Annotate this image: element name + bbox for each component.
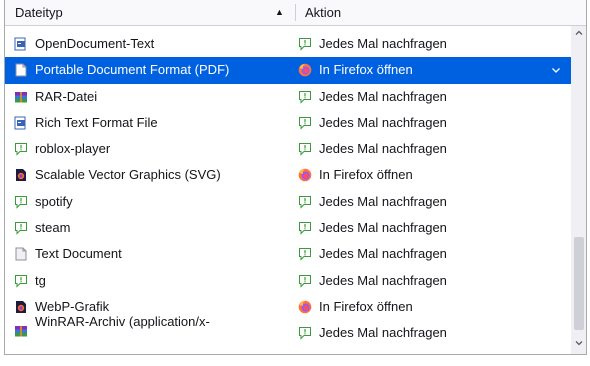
document-icon (14, 116, 28, 130)
action-label: Jedes Mal nachfragen (319, 246, 447, 262)
ask-icon (298, 37, 312, 51)
ask-icon (14, 142, 28, 156)
action-label: In Firefox öffnen (319, 298, 413, 314)
document-icon (14, 37, 28, 51)
action-label[interactable]: In Firefox öffnen (319, 57, 413, 83)
firefox-icon (298, 168, 312, 182)
sort-ascending-icon[interactable]: ▲ (275, 0, 284, 25)
scrollbar-thumb[interactable] (574, 237, 584, 330)
action-label: Jedes Mal nachfragen (319, 114, 447, 130)
column-header-type[interactable]: Dateityp (15, 0, 63, 25)
table-row[interactable]: WinRAR-Archiv (application/x- Jedes Mal n… (5, 314, 571, 346)
firefox-icon (298, 300, 312, 314)
file-type-label: steam (35, 220, 71, 236)
action-label: In Firefox öffnen (319, 167, 413, 183)
table-row[interactable]: Scalable Vector Graphics (SVG) In Firefox… (5, 162, 571, 188)
file-type-label: roblox-player (35, 141, 111, 157)
ask-icon (14, 274, 28, 288)
table-row[interactable]: Portable Document Format (PDF) In Firefox… (5, 57, 571, 84)
file-type-label: WinRAR-Archiv (application/x- (35, 314, 210, 330)
table-row[interactable]: Rich Text Format File Jedes Mal nachfrage… (5, 110, 571, 136)
action-label: Jedes Mal nachfragen (319, 141, 447, 157)
action-label: Jedes Mal nachfragen (319, 325, 447, 341)
file-type-label: tg (35, 272, 46, 288)
file-type-label: Text Document (35, 246, 122, 262)
ask-icon (298, 326, 312, 340)
table-row[interactable]: steam Jedes Mal nachfragen (5, 215, 571, 241)
ask-icon (298, 116, 312, 130)
file-type-label: Portable Document Format (PDF) (35, 62, 230, 78)
table-row[interactable]: OpenDocument-Text Jedes Mal nachfragen (5, 31, 571, 57)
ask-icon (298, 142, 312, 156)
file-type-label: spotify (35, 193, 73, 209)
scroll-up-icon[interactable] (574, 28, 584, 38)
text-file-icon (14, 247, 28, 261)
file-type-label: RAR-Datei (35, 88, 98, 104)
archive-icon (14, 324, 28, 338)
ask-icon (298, 247, 312, 262)
table-row[interactable]: Text Document Jedes Mal nachfragen (5, 241, 571, 267)
ask-icon (298, 221, 312, 235)
action-label: Jedes Mal nachfragen (319, 36, 447, 51)
pdf-file-icon (14, 63, 28, 77)
scroll-down-icon[interactable] (574, 338, 584, 348)
table-row[interactable]: tg Jedes Mal nachfragen (5, 268, 571, 294)
action-label: Jedes Mal nachfragen (319, 88, 447, 104)
table-header: Dateityp ▲ Aktion (5, 0, 586, 26)
table-row[interactable]: roblox-player Jedes Mal nachfragen (5, 136, 571, 162)
action-label: Jedes Mal nachfragen (319, 193, 447, 209)
table-row[interactable]: spotify Jedes Mal nachfragen (5, 189, 571, 215)
action-label: Jedes Mal nachfragen (319, 220, 447, 236)
chevron-down-icon[interactable] (550, 64, 562, 76)
column-header-action[interactable]: Aktion (305, 0, 341, 25)
ask-icon (298, 90, 312, 104)
firefox-file-icon (14, 300, 28, 314)
firefox-icon (298, 63, 312, 77)
table-row[interactable]: RAR-Datei Jedes Mal nachfragen (5, 84, 571, 110)
vertical-scrollbar[interactable] (571, 26, 586, 354)
table-body: OpenDocument-Text Jedes Mal nachfragen Por… (5, 31, 571, 347)
firefox-file-icon (14, 168, 28, 182)
action-label: Jedes Mal nachfragen (319, 272, 447, 288)
file-type-label: Scalable Vector Graphics (SVG) (35, 167, 221, 183)
file-type-label: Rich Text Format File (35, 114, 158, 130)
ask-icon (298, 274, 312, 288)
ask-icon (298, 195, 312, 209)
ask-icon (14, 221, 28, 235)
ask-icon (14, 195, 28, 209)
archive-icon (14, 90, 28, 104)
column-separator[interactable] (295, 4, 296, 21)
file-type-label: OpenDocument-Text (35, 36, 155, 51)
file-type-table: Dateityp ▲ Aktion OpenDocument-Text Jedes… (4, 0, 587, 355)
